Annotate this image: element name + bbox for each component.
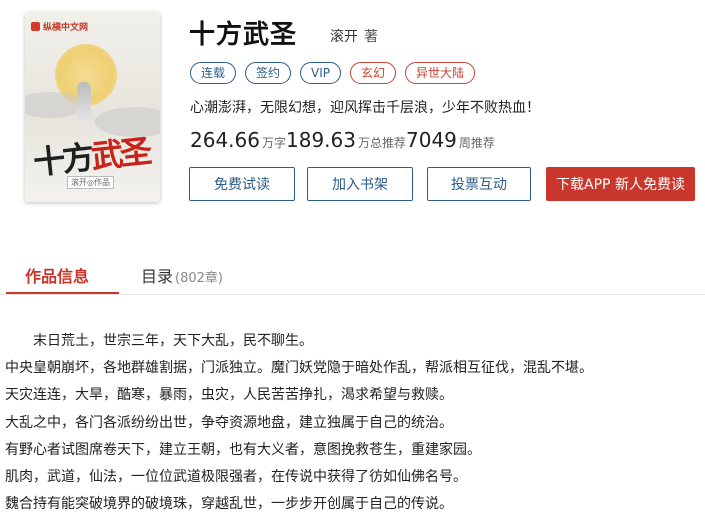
cover-brand-text: 纵横中文网	[43, 23, 89, 33]
tab-bar: 作品信息 目录 (802章)	[0, 258, 705, 295]
download-app-button[interactable]: 下载APP 新人免费读	[546, 167, 695, 201]
active-tab-indicator	[6, 292, 119, 294]
book-cover[interactable]: 纵横中文网 十方武圣 滚开◎作品	[25, 12, 160, 202]
book-description: 末日荒土，世宗三年，天下大乱，民不聊生。 中央皇朝崩坏，各地群雄割据，门派独立。…	[5, 331, 705, 521]
cover-cloud	[25, 92, 85, 118]
stat-word-count: 264.66 万字	[190, 128, 286, 152]
tag-signed[interactable]: 签约	[245, 62, 292, 84]
description-paragraph: 有野心者试图席卷天下，建立王朝，也有大义者，意图挽救苍生，重建家园。	[5, 441, 481, 458]
stat-total-recommend: 189.63 万总推荐	[286, 128, 406, 152]
stat-unit: 万字	[261, 136, 286, 150]
description-paragraph: 肌肉，武道，仙法，一位位武道极限强者，在传说中获得了彷如仙佛名号。	[5, 468, 467, 485]
stat-value: 189.63	[286, 128, 356, 152]
stat-unit: 万总推荐	[357, 136, 406, 150]
description-paragraph: 天灾连连，大旱，酷寒，暴雨，虫灾，人民苦苦挣扎，渴求希望与救赎。	[5, 387, 453, 404]
stat-value: 7049	[406, 128, 457, 152]
vote-button[interactable]: 投票互动	[427, 167, 531, 201]
cover-brand: 纵横中文网	[31, 20, 88, 33]
tag-serializing[interactable]: 连载	[190, 62, 237, 84]
description-paragraph: 末日荒土，世宗三年，天下大乱，民不聊生。	[33, 333, 313, 349]
tag-subgenre[interactable]: 异世大陆	[405, 62, 476, 84]
author-name[interactable]: 滚开	[330, 29, 358, 45]
free-read-button[interactable]: 免费试读	[189, 167, 295, 201]
add-shelf-button[interactable]: 加入书架	[307, 167, 413, 201]
tab-catalog-label: 目录	[141, 267, 174, 286]
description-paragraph: 中央皇朝崩坏，各地群雄割据，门派独立。魔门妖党隐于暗处作乱，帮派相互征伐，混乱不…	[5, 360, 593, 377]
tab-catalog-count: (802章)	[175, 271, 223, 286]
stat-weekly-recommend: 7049 周推荐	[406, 128, 495, 152]
tab-catalog[interactable]: 目录 (802章)	[141, 263, 223, 287]
cover-figure	[77, 82, 91, 124]
tag-genre-fantasy[interactable]: 玄幻	[350, 62, 397, 84]
description-paragraph: 魏合持有能突破境界的破境珠，穿越乱世，一步步开创属于自己的传说。	[5, 496, 453, 513]
stat-unit: 周推荐	[458, 136, 495, 150]
cover-author: 滚开◎作品	[67, 176, 114, 189]
tag-list: 连载 签约 VIP 玄幻 异世大陆	[190, 62, 476, 84]
brand-logo-icon	[31, 22, 40, 31]
author-suffix: 著	[364, 29, 378, 45]
tag-vip[interactable]: VIP	[300, 62, 342, 84]
book-author: 滚开著	[330, 26, 378, 46]
tab-book-info[interactable]: 作品信息	[25, 263, 89, 287]
cover-title-red: 武圣	[89, 132, 151, 176]
book-title: 十方武圣	[189, 20, 298, 50]
description-paragraph: 大乱之中，各门各派纷纷出世，争夺资源地盘，建立独属于自己的统治。	[5, 414, 453, 431]
book-stats: 264.66 万字 189.63 万总推荐 7049 周推荐	[190, 128, 495, 152]
book-intro: 心潮澎湃，无限幻想，迎风挥击千层浪，少年不败热血！	[190, 100, 540, 116]
stat-value: 264.66	[190, 128, 260, 152]
